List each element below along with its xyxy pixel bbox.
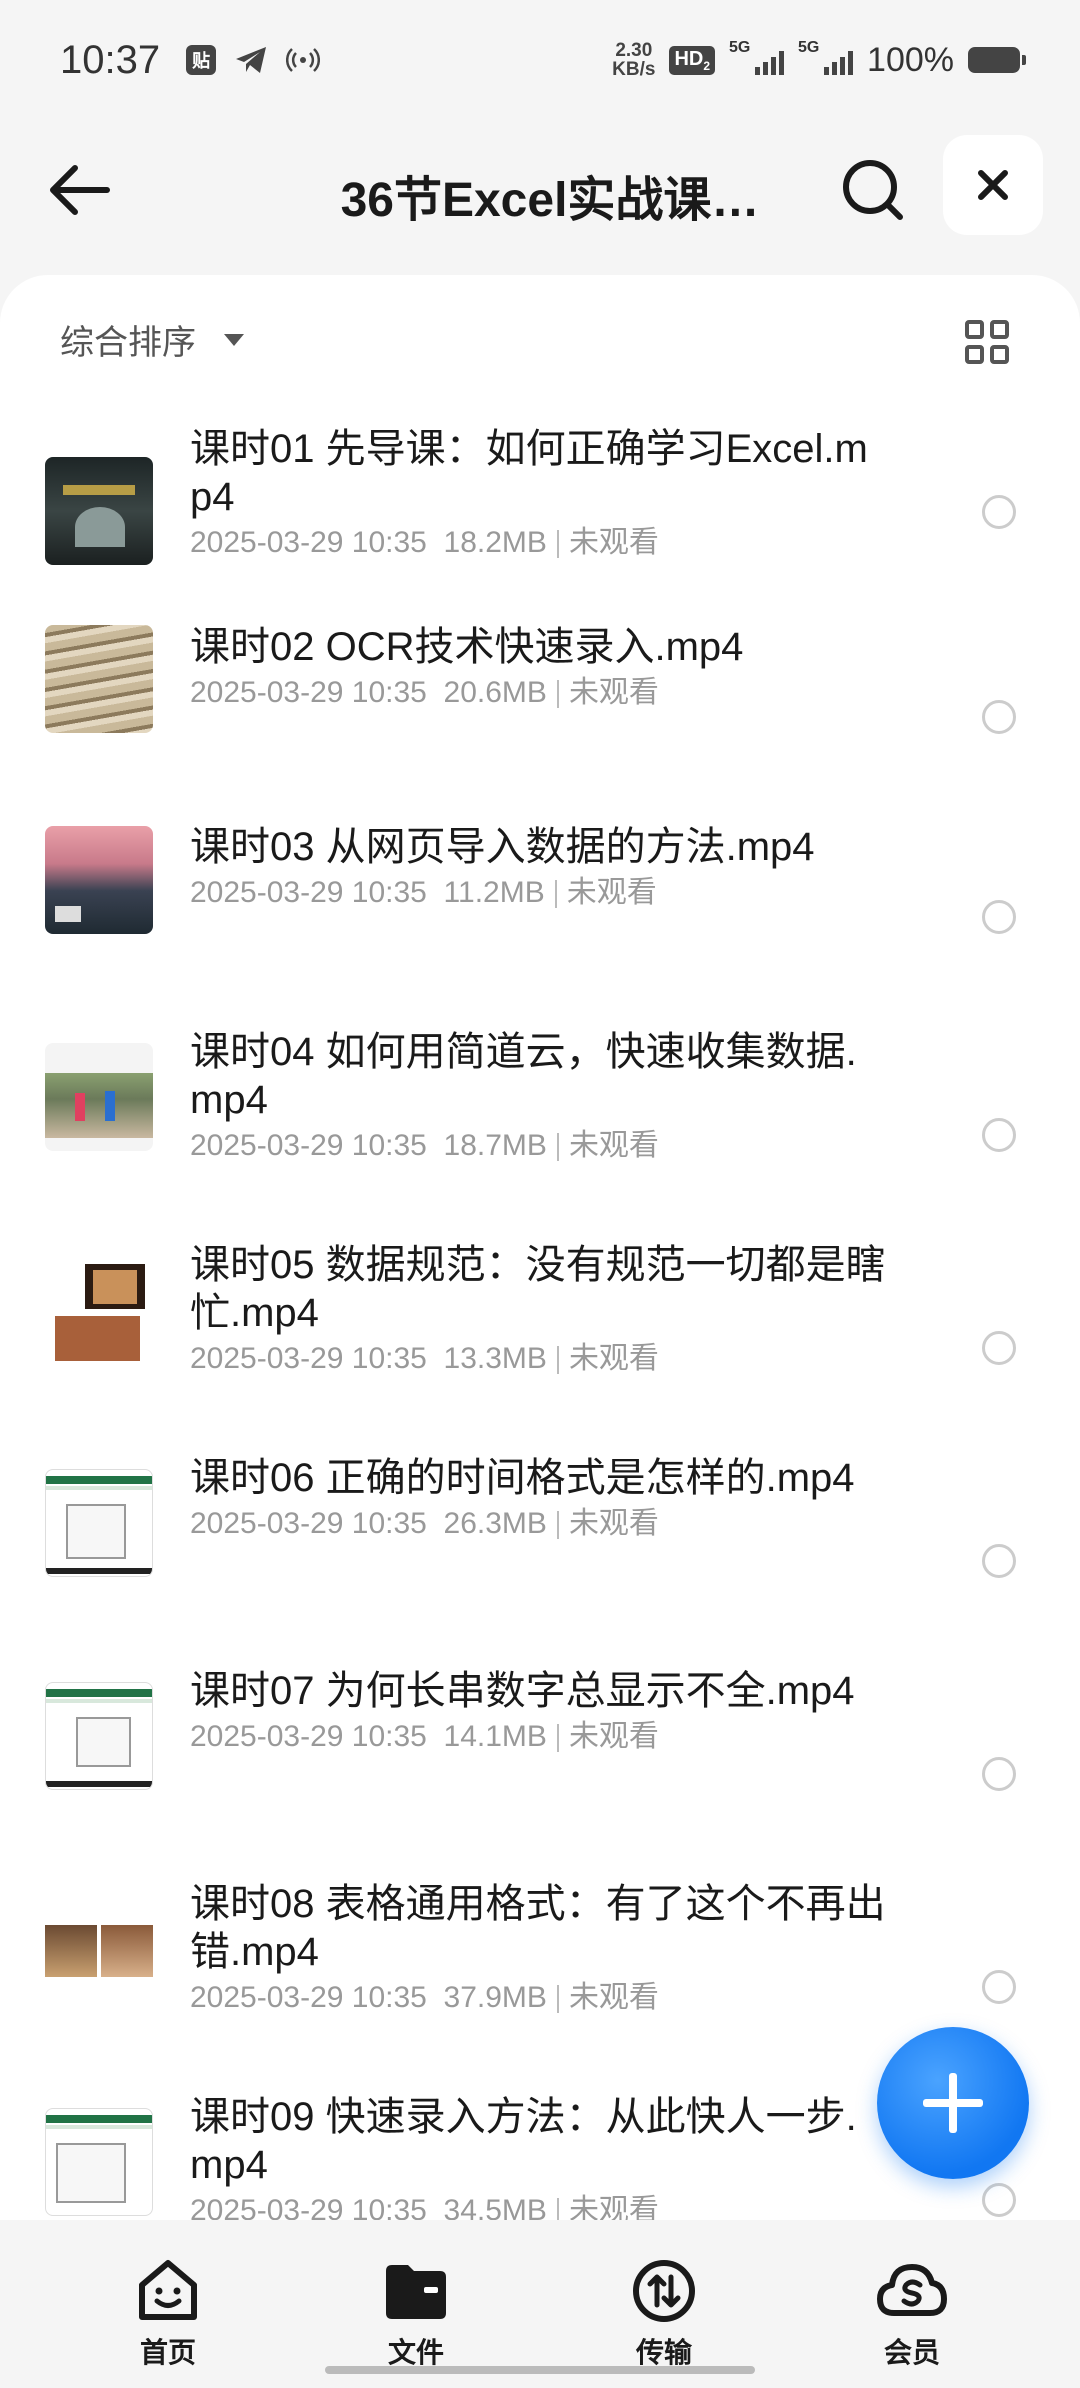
file-name: 课时08 表格通用格式：有了这个不再出错.mp4 xyxy=(190,1882,886,1974)
cloud-vip-icon xyxy=(876,2255,948,2327)
hotspot-icon xyxy=(286,45,321,75)
file-name: 课时02 OCR技术快速录入.mp4 xyxy=(190,625,744,669)
folder-icon xyxy=(380,2255,452,2327)
select-checkbox[interactable] xyxy=(982,700,1016,734)
select-checkbox[interactable] xyxy=(982,900,1016,934)
video-thumbnail xyxy=(45,1469,153,1577)
signal-sim1-icon: 5G xyxy=(729,39,785,75)
plus-icon xyxy=(923,2073,983,2133)
file-name: 课时07 为何长串数字总显示不全.mp4 xyxy=(190,1669,855,1713)
nav-label: 会员 xyxy=(883,2337,940,2368)
nav-label: 首页 xyxy=(139,2337,196,2368)
transfer-icon xyxy=(628,2255,700,2327)
select-checkbox[interactable] xyxy=(982,1757,1016,1791)
header: 36节Excel实战课… xyxy=(0,130,1080,250)
network-speed: 2.30 KB/s xyxy=(612,40,656,80)
nav-transfer[interactable]: 传输 xyxy=(584,2255,744,2371)
file-meta: 2025-03-29 10:35 18.7MB 未观看 xyxy=(190,1129,659,1162)
file-row[interactable]: 课时02 OCR技术快速录入.mp4 2025-03-29 10:35 20.6… xyxy=(0,625,1080,841)
grid-icon-cell xyxy=(990,320,1009,339)
nav-files[interactable]: 文件 xyxy=(336,2255,496,2371)
close-icon xyxy=(978,170,1008,200)
select-checkbox[interactable] xyxy=(982,1970,1016,2004)
video-thumbnail xyxy=(45,1682,153,1790)
search-button[interactable] xyxy=(838,155,908,225)
file-name: 课时04 如何用简道云，快速收集数据.mp4 xyxy=(190,1030,857,1122)
grid-icon-cell xyxy=(990,345,1009,364)
video-thumbnail xyxy=(45,457,153,565)
battery-icon xyxy=(968,47,1026,73)
file-name: 课时03 从网页导入数据的方法.mp4 xyxy=(190,825,815,869)
select-checkbox[interactable] xyxy=(982,1331,1016,1365)
file-meta: 2025-03-29 10:35 13.3MB 未观看 xyxy=(190,1342,659,1375)
select-checkbox[interactable] xyxy=(982,1118,1016,1152)
file-name: 课时01 先导课：如何正确学习Excel.mp4 xyxy=(190,427,868,519)
file-name: 课时09 快速录入方法：从此快人一步.mp4 xyxy=(190,2095,857,2187)
select-checkbox[interactable] xyxy=(982,495,1016,529)
sort-dropdown[interactable]: 综合排序 xyxy=(60,315,244,364)
grid-icon-cell xyxy=(965,345,984,364)
home-indicator[interactable] xyxy=(325,2366,755,2374)
sort-label: 综合排序 xyxy=(60,324,196,362)
file-meta: 2025-03-29 10:35 14.1MB 未观看 xyxy=(190,1720,659,1753)
file-name: 课时05 数据规范：没有规范一切都是瞎忙.mp4 xyxy=(190,1243,886,1335)
search-icon xyxy=(843,160,903,220)
select-checkbox[interactable] xyxy=(982,1544,1016,1578)
video-thumbnail xyxy=(45,1256,153,1364)
back-button[interactable] xyxy=(45,160,115,220)
video-thumbnail xyxy=(45,1895,153,2003)
close-button[interactable] xyxy=(943,135,1043,235)
page-title: 36节Excel实战课… xyxy=(340,174,760,227)
select-checkbox[interactable] xyxy=(982,2183,1016,2217)
file-list-panel: 综合排序 课时01 先导课：如何正确学习Excel.mp4 2025-03-29… xyxy=(0,275,1080,2220)
caret-down-icon xyxy=(224,333,244,346)
file-meta: 2025-03-29 10:35 26.3MB 未观看 xyxy=(190,1507,659,1540)
grid-view-toggle[interactable] xyxy=(965,320,1009,364)
bottom-nav: 首页 文件 传输 会员 xyxy=(0,2220,1080,2388)
nav-vip[interactable]: 会员 xyxy=(832,2255,992,2371)
file-meta: 2025-03-29 10:35 34.5MB 未观看 xyxy=(190,2191,890,2220)
sticky-note-icon: 贴 xyxy=(186,45,217,75)
file-row[interactable]: 课时07 为何长串数字总显示不全.mp4 2025-03-29 10:35 14… xyxy=(0,1667,1080,1880)
video-thumbnail xyxy=(45,2108,153,2216)
home-icon xyxy=(132,2255,204,2327)
clock: 10:37 xyxy=(60,37,161,82)
nav-label: 传输 xyxy=(635,2337,692,2368)
file-meta: 2025-03-29 10:35 20.6MB 未观看 xyxy=(190,676,659,709)
file-name: 课时06 正确的时间格式是怎样的.mp4 xyxy=(190,1456,855,1500)
file-row[interactable]: 课时04 如何用简道云，快速收集数据.mp4 2025-03-29 10:35 … xyxy=(0,1028,1080,1241)
file-meta: 2025-03-29 10:35 18.2MB 未观看 xyxy=(190,526,659,559)
file-meta: 2025-03-29 10:35 11.2MB 未观看 xyxy=(190,876,657,909)
status-bar: 10:37 贴 2.30 KB/s HD2 5G 5G 100% xyxy=(0,0,1080,120)
video-thumbnail xyxy=(45,1043,153,1151)
video-thumbnail xyxy=(45,625,153,733)
file-row[interactable]: 课时05 数据规范：没有规范一切都是瞎忙.mp4 2025-03-29 10:3… xyxy=(0,1241,1080,1454)
signal-sim2-icon: 5G xyxy=(798,39,854,75)
file-meta: 2025-03-29 10:35 37.9MB 未观看 xyxy=(190,1981,659,2014)
hd-voice-icon: HD2 xyxy=(669,45,716,75)
nav-home[interactable]: 首页 xyxy=(88,2255,248,2371)
file-row[interactable]: 课时01 先导课：如何正确学习Excel.mp4 2025-03-29 10:3… xyxy=(0,415,1080,628)
nav-label: 文件 xyxy=(387,2337,444,2368)
file-row[interactable]: 课时06 正确的时间格式是怎样的.mp4 2025-03-29 10:35 26… xyxy=(0,1454,1080,1667)
arrow-left-icon xyxy=(50,165,110,215)
file-row[interactable]: 课时03 从网页导入数据的方法.mp4 2025-03-29 10:35 11.… xyxy=(0,823,1080,1036)
video-thumbnail xyxy=(45,826,153,934)
telegram-icon xyxy=(234,45,268,75)
grid-icon-cell xyxy=(965,320,984,339)
add-button[interactable] xyxy=(877,2027,1029,2179)
battery-percent: 100% xyxy=(867,40,954,79)
